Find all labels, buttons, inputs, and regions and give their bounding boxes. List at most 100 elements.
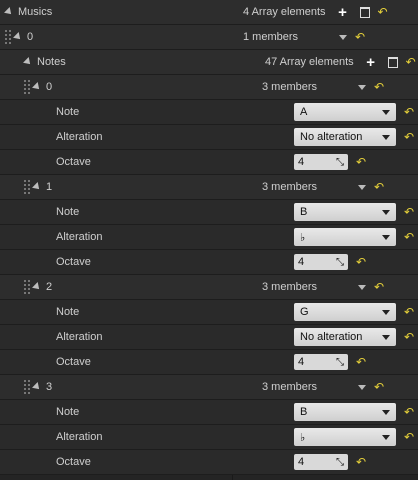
dropdown-arrow-icon: [382, 434, 390, 440]
expand-triangle-icon[interactable]: [32, 282, 42, 292]
note-element-row[interactable]: 0 3 members ↶: [0, 75, 418, 100]
octave-field-row: Octave 4 ⤡ ↶: [0, 250, 418, 275]
drag-handle-icon[interactable]: [5, 30, 11, 44]
reset-arrow-icon[interactable]: ↶: [378, 5, 388, 19]
music-element-row[interactable]: 0 1 members ↶: [0, 25, 418, 50]
note-combo[interactable]: B: [294, 203, 396, 221]
note-element-summary: 3 members: [262, 181, 318, 193]
chevron-down-icon[interactable]: [358, 384, 367, 390]
alteration-combo[interactable]: ♭: [294, 428, 396, 446]
reset-arrow-icon[interactable]: ↶: [404, 405, 414, 419]
note-combo[interactable]: G: [294, 303, 396, 321]
drag-handle-icon[interactable]: [24, 380, 30, 394]
details-panel: Musics 4 Array elements + ↶ 0 1 members …: [0, 0, 418, 480]
chevron-down-icon[interactable]: [358, 184, 367, 190]
reset-arrow-icon[interactable]: ↶: [356, 255, 366, 269]
alteration-combo[interactable]: No alteration: [294, 328, 396, 346]
octave-field-label: Octave: [56, 156, 91, 168]
dropdown-arrow-icon: [382, 334, 390, 340]
octave-value: 4: [298, 456, 305, 468]
reset-arrow-icon[interactable]: ↶: [404, 330, 414, 344]
drag-handle-icon[interactable]: [24, 280, 30, 294]
reset-arrow-icon[interactable]: ↶: [356, 355, 366, 369]
dropdown-arrow-icon: [382, 109, 390, 115]
note-value: G: [300, 306, 309, 318]
expand-triangle-icon[interactable]: [4, 7, 14, 17]
expand-triangle-icon[interactable]: [13, 32, 23, 42]
octave-spinbox[interactable]: 4 ⤡: [294, 154, 348, 170]
alteration-combo[interactable]: No alteration: [294, 128, 396, 146]
note-field-row: Note B ↶: [0, 400, 418, 425]
trash-icon[interactable]: [359, 6, 370, 18]
reset-arrow-icon[interactable]: ↶: [404, 130, 414, 144]
octave-spinbox[interactable]: 4 ⤡: [294, 254, 348, 270]
note-element-row[interactable]: 1 3 members ↶: [0, 175, 418, 200]
note-combo[interactable]: A: [294, 103, 396, 121]
reset-arrow-icon[interactable]: ↶: [356, 455, 366, 469]
note-element-row[interactable]: 3 3 members ↶: [0, 375, 418, 400]
octave-spinbox[interactable]: 4 ⤡: [294, 354, 348, 370]
alteration-field-row: Alteration ♭ ↶: [0, 425, 418, 450]
musics-row[interactable]: Musics 4 Array elements + ↶: [0, 0, 418, 25]
octave-field-row: Octave 4 ⤡ ↶: [0, 450, 418, 475]
expand-triangle-icon[interactable]: [32, 382, 42, 392]
note-element-summary: 3 members: [262, 81, 318, 93]
note-field-label: Note: [56, 406, 80, 418]
resize-arrow-icon[interactable]: ⤡: [336, 157, 344, 168]
note-element-index: 3: [46, 381, 53, 393]
alteration-field-row: Alteration No alteration ↶: [0, 325, 418, 350]
note-field-row: Note A ↶: [0, 100, 418, 125]
alteration-value: No alteration: [300, 331, 363, 343]
resize-arrow-icon[interactable]: ⤡: [336, 257, 344, 268]
reset-arrow-icon[interactable]: ↶: [404, 105, 414, 119]
trash-icon[interactable]: [387, 56, 398, 68]
reset-arrow-icon[interactable]: ↶: [355, 30, 365, 44]
note-field-row: Note B ↶: [0, 200, 418, 225]
plus-icon[interactable]: +: [364, 54, 378, 71]
reset-arrow-icon[interactable]: ↶: [374, 280, 384, 294]
note-element-summary: 3 members: [262, 281, 318, 293]
chevron-down-icon[interactable]: [358, 284, 367, 290]
expand-triangle-icon[interactable]: [23, 57, 33, 67]
reset-arrow-icon[interactable]: ↶: [404, 430, 414, 444]
alteration-combo[interactable]: ♭: [294, 228, 396, 246]
alteration-value: No alteration: [300, 131, 363, 143]
alteration-field-label: Alteration: [56, 231, 103, 243]
resize-arrow-icon[interactable]: ⤡: [336, 457, 344, 468]
octave-value: 4: [298, 356, 305, 368]
note-combo[interactable]: B: [294, 403, 396, 421]
reset-arrow-icon[interactable]: ↶: [404, 305, 414, 319]
chevron-down-icon[interactable]: [358, 84, 367, 90]
drag-handle-icon[interactable]: [24, 180, 30, 194]
drag-handle-icon[interactable]: [24, 80, 30, 94]
music-element-summary: 1 members: [243, 31, 299, 43]
chevron-down-icon[interactable]: [339, 34, 348, 40]
alteration-field-label: Alteration: [56, 431, 103, 443]
expand-triangle-icon[interactable]: [32, 82, 42, 92]
musics-summary: 4 Array elements: [243, 6, 326, 18]
dropdown-arrow-icon: [382, 234, 390, 240]
expand-triangle-icon[interactable]: [32, 182, 42, 192]
notes-label: Notes: [37, 56, 66, 68]
note-element-row[interactable]: 2 3 members ↶: [0, 275, 418, 300]
reset-arrow-icon[interactable]: ↶: [406, 55, 416, 69]
reset-arrow-icon[interactable]: ↶: [374, 180, 384, 194]
note-value: A: [300, 106, 308, 118]
reset-arrow-icon[interactable]: ↶: [404, 205, 414, 219]
octave-spinbox[interactable]: 4 ⤡: [294, 454, 348, 470]
reset-arrow-icon[interactable]: ↶: [404, 230, 414, 244]
alteration-field-label: Alteration: [56, 131, 103, 143]
dropdown-arrow-icon: [382, 209, 390, 215]
octave-field-label: Octave: [56, 356, 91, 368]
note-field-label: Note: [56, 206, 80, 218]
note-value: B: [300, 406, 308, 418]
notes-summary: 47 Array elements: [265, 56, 354, 68]
alteration-value: ♭: [300, 231, 306, 244]
reset-arrow-icon[interactable]: ↶: [356, 155, 366, 169]
resize-arrow-icon[interactable]: ⤡: [336, 357, 344, 368]
plus-icon[interactable]: +: [336, 4, 350, 21]
reset-arrow-icon[interactable]: ↶: [374, 380, 384, 394]
notes-row[interactable]: Notes 47 Array elements + ↶: [0, 50, 418, 75]
alteration-field-row: Alteration ♭ ↶: [0, 225, 418, 250]
reset-arrow-icon[interactable]: ↶: [374, 80, 384, 94]
